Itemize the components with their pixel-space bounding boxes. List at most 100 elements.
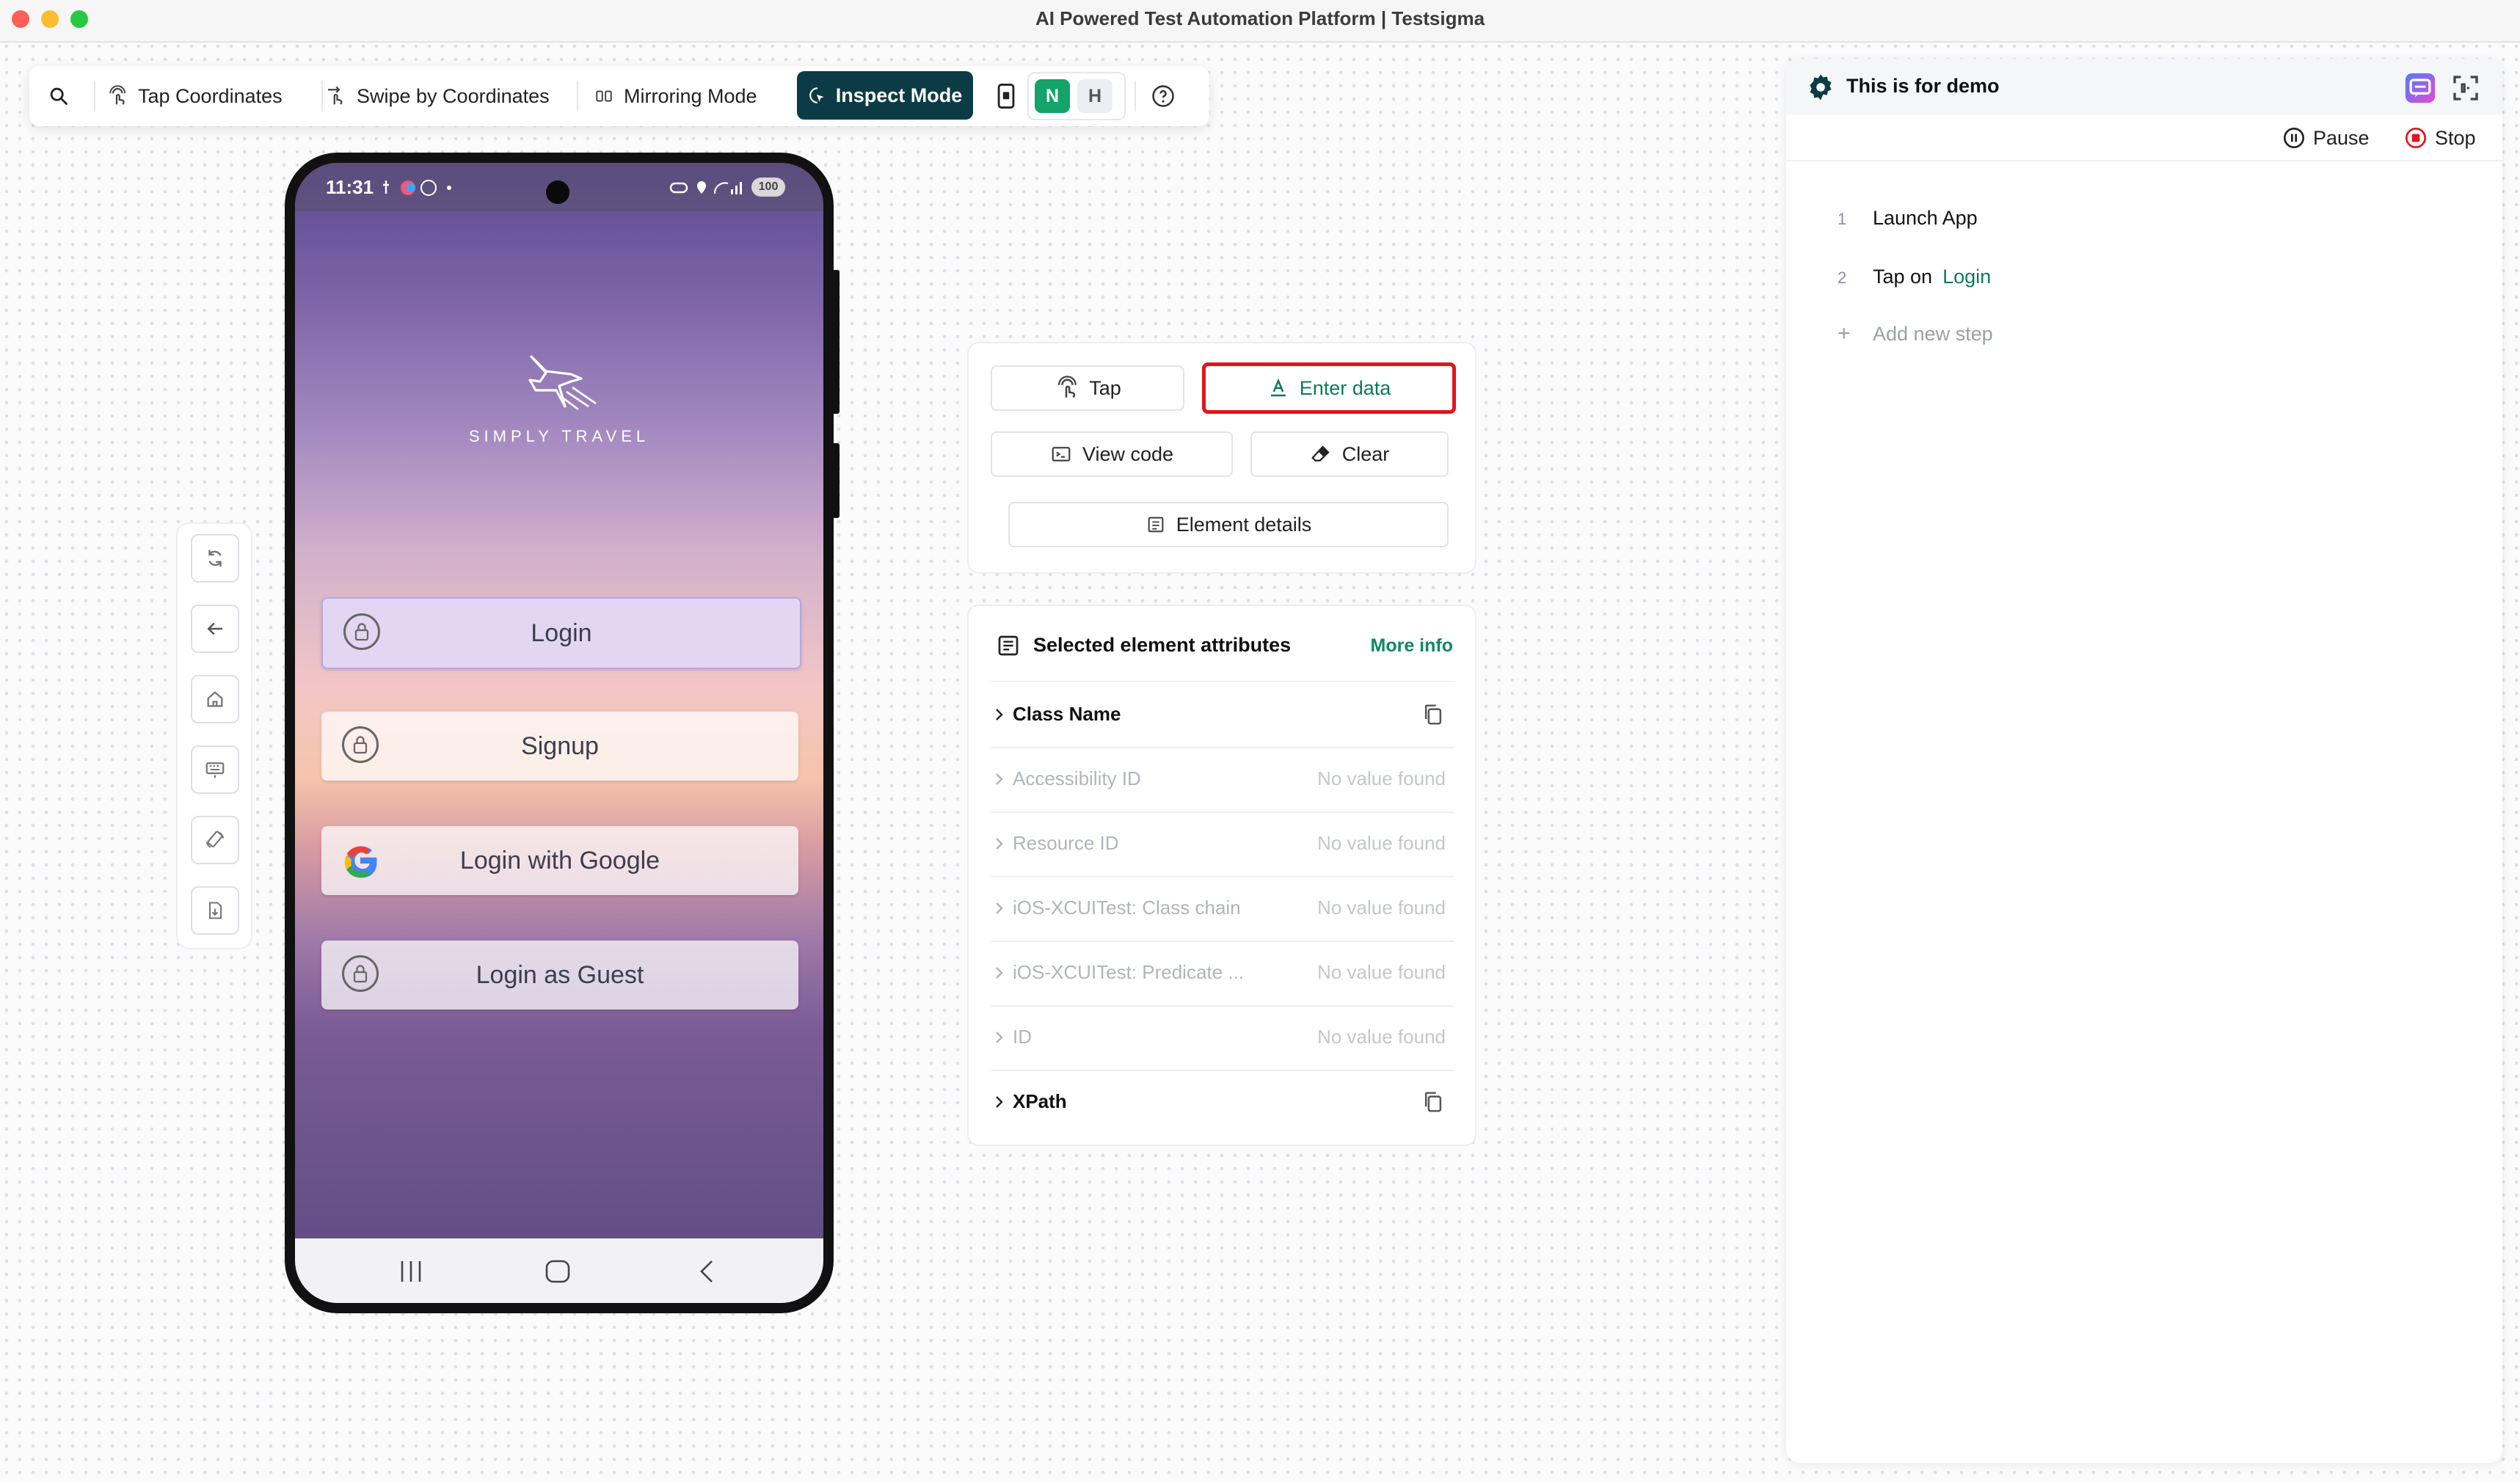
rotate-icon xyxy=(205,831,225,848)
front-camera xyxy=(546,180,569,204)
toolbar-divider xyxy=(94,81,95,112)
attr-row-class-name[interactable]: Class Name xyxy=(991,681,1454,748)
pause-button[interactable]: Pause xyxy=(2282,126,2370,150)
attr-row-class-chain[interactable]: iOS-XCUITest: Class chain No value found xyxy=(991,876,1454,942)
chat-assistant-icon[interactable] xyxy=(2404,72,2436,104)
home-icon xyxy=(207,691,223,707)
attributes-icon xyxy=(998,635,1019,656)
attr-value: No value found xyxy=(1317,897,1446,919)
swipe-by-coordinates-label: Swipe by Coordinates xyxy=(357,84,550,107)
brand-name: SIMPLY TRAVEL xyxy=(468,427,650,445)
app-login-google-button[interactable]: Login with Google xyxy=(321,826,798,895)
pause-icon xyxy=(2284,128,2304,148)
step-item[interactable]: 1 Launch App xyxy=(1838,207,1978,230)
clear-button[interactable]: Clear xyxy=(1250,431,1449,477)
toggle-h-button[interactable]: H xyxy=(1077,79,1112,113)
tap-coordinates-label: Tap Coordinates xyxy=(138,84,283,107)
chevron-right-icon xyxy=(996,838,1003,850)
gear-icon xyxy=(1810,74,1832,101)
android-nav-bar xyxy=(295,1238,823,1303)
more-info-link[interactable]: More info xyxy=(1371,635,1454,657)
copy-icon[interactable] xyxy=(1422,1090,1444,1114)
app-login-label: Login xyxy=(531,618,592,647)
toggle-n-button[interactable]: N xyxy=(1035,79,1070,113)
app-signup-button[interactable]: Signup xyxy=(321,712,798,781)
attr-row-xpath[interactable]: XPath xyxy=(991,1070,1454,1134)
app-signup-label: Signup xyxy=(521,731,599,760)
arrow-left-icon xyxy=(207,622,222,635)
step-item[interactable]: 2 Tap on Login xyxy=(1838,266,1991,288)
attr-row-id[interactable]: ID No value found xyxy=(991,1005,1454,1071)
attr-name: iOS-XCUITest: Predicate ... xyxy=(1013,961,1244,983)
chevron-right-icon xyxy=(996,1096,1003,1108)
copy-icon[interactable] xyxy=(1422,703,1444,726)
keyboard-icon xyxy=(205,762,225,778)
rotate-refresh-button[interactable] xyxy=(191,534,239,583)
pause-label: Pause xyxy=(2313,126,2370,149)
attr-row-predicate[interactable]: iOS-XCUITest: Predicate ... No value fou… xyxy=(991,941,1454,1007)
recent-apps-icon[interactable] xyxy=(398,1259,424,1284)
recorder-title: This is for demo xyxy=(1846,75,2000,97)
step-target-link[interactable]: Login xyxy=(1942,266,1991,288)
nav-back-icon[interactable] xyxy=(696,1259,718,1284)
add-step-label: Add new step xyxy=(1873,323,1993,345)
view-code-button[interactable]: View code xyxy=(991,431,1233,477)
back-button[interactable] xyxy=(191,605,239,653)
search-button[interactable] xyxy=(48,66,79,126)
app-login-guest-button[interactable]: Login as Guest xyxy=(321,941,798,1010)
refresh-icon xyxy=(208,550,222,567)
inspect-mode-button[interactable]: Inspect Mode xyxy=(797,71,973,120)
chevron-right-icon xyxy=(996,902,1003,914)
status-time: 11:31 xyxy=(326,176,374,198)
inspect-mode-label: Inspect Mode xyxy=(835,84,963,106)
rotate-device-button[interactable] xyxy=(191,816,239,864)
attr-value: No value found xyxy=(1317,767,1446,789)
swipe-by-coordinates-button[interactable]: Swipe by Coordinates xyxy=(324,66,550,126)
device-toolbar: Tap Coordinates Swipe by Coordinates Mir… xyxy=(29,66,1209,126)
chevron-right-icon xyxy=(996,773,1003,785)
element-details-label: Element details xyxy=(1176,513,1312,536)
screen-capture-icon[interactable] xyxy=(2451,73,2480,103)
install-app-button[interactable] xyxy=(191,886,239,935)
attr-name: iOS-XCUITest: Class chain xyxy=(1013,897,1241,919)
tap-coordinates-button[interactable]: Tap Coordinates xyxy=(106,66,283,126)
recorder-header: This is for demo xyxy=(1786,59,2502,114)
enter-data-button[interactable]: Enter data xyxy=(1202,362,1456,414)
device-info-button[interactable] xyxy=(997,66,1026,126)
power-button xyxy=(831,443,840,518)
add-new-step-button[interactable]: + Add new step xyxy=(1838,321,1993,346)
keyboard-button[interactable] xyxy=(191,745,239,794)
stop-label: Stop xyxy=(2435,126,2476,149)
volume-button xyxy=(831,270,840,414)
app-login-button[interactable]: Login xyxy=(321,597,801,669)
stop-button[interactable]: Stop xyxy=(2404,126,2476,150)
google-icon xyxy=(344,846,377,878)
attr-name: ID xyxy=(1013,1026,1032,1048)
element-attributes-panel: Selected element attributes More info Cl… xyxy=(967,605,1476,1146)
attr-row-accessibility-id[interactable]: Accessibility ID No value found xyxy=(991,747,1454,813)
step-number: 1 xyxy=(1838,210,1847,228)
mirroring-mode-button[interactable]: Mirroring Mode xyxy=(594,66,757,126)
nav-home-icon[interactable] xyxy=(545,1259,571,1284)
stop-icon xyxy=(2406,128,2426,148)
element-details-button[interactable]: Element details xyxy=(1008,502,1449,547)
toolbar-divider xyxy=(321,81,323,112)
airplane-logo xyxy=(528,355,597,411)
status-right-icons xyxy=(669,181,742,194)
app-login-google-label: Login with Google xyxy=(459,846,660,875)
tap-action-button[interactable]: Tap xyxy=(991,365,1184,411)
plus-icon: + xyxy=(1838,321,1851,346)
chevron-right-icon xyxy=(996,967,1003,979)
recorder-panel: This is for demo Pause Stop 1 Launch App … xyxy=(1786,59,2502,1463)
element-actions-panel: Tap Enter data View code Clear Element d… xyxy=(967,342,1476,574)
home-button[interactable] xyxy=(191,675,239,723)
view-code-label: View code xyxy=(1082,442,1174,465)
help-button[interactable] xyxy=(1151,66,1186,126)
attr-row-resource-id[interactable]: Resource ID No value found xyxy=(991,811,1454,877)
device-screen[interactable]: 11:31 100 SIMPLY TRAVEL Login Signup Log… xyxy=(295,163,823,1303)
details-icon xyxy=(1148,516,1164,533)
phone-icon xyxy=(997,84,1015,109)
mirror-icon xyxy=(596,90,612,102)
toolbar-divider xyxy=(1135,81,1136,112)
attr-name: Accessibility ID xyxy=(1013,767,1141,789)
